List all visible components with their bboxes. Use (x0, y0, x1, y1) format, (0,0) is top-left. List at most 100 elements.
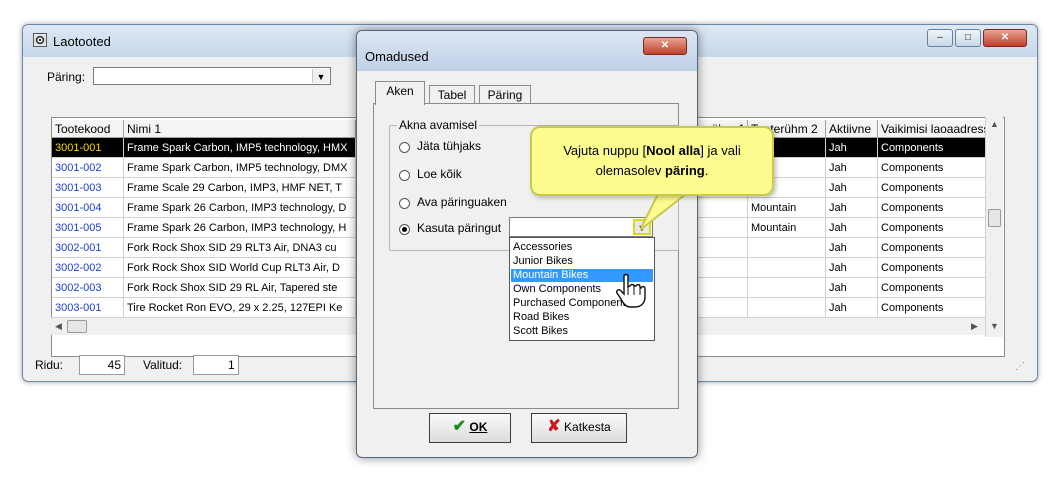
minimize-button[interactable]: – (927, 29, 953, 47)
checkmark-icon: ✔ (452, 418, 467, 435)
table-cell-code[interactable]: 3002-002 (52, 258, 124, 278)
dropdown-item[interactable]: Scott Bikes (511, 325, 653, 338)
table-cell-code[interactable]: 3001-002 (52, 158, 124, 178)
column-header[interactable]: Tootekood (52, 120, 124, 138)
tab-aken[interactable]: Aken (375, 81, 425, 105)
table-cell-address[interactable]: Components (878, 278, 988, 298)
selected-count: 1 (193, 355, 239, 375)
table-cell-active[interactable]: Jah (826, 158, 878, 178)
column-header[interactable]: Vaikimisi laoaadress (878, 120, 988, 138)
table-cell-name[interactable]: Frame Spark Carbon, IMP5 technology, HMX (124, 138, 356, 158)
scroll-right-icon[interactable]: ▶ (971, 321, 978, 332)
table-cell-address[interactable]: Components (878, 218, 988, 238)
table-cell-name[interactable]: Fork Rock Shox SID 29 RL Air, Tapered st… (124, 278, 356, 298)
table-cell-address[interactable]: Components (878, 258, 988, 278)
column-header[interactable]: Aktiivne (826, 120, 878, 138)
ok-button[interactable]: ✔ OK (429, 413, 511, 443)
table-cell-g2[interactable] (748, 238, 826, 258)
vertical-scrollbar[interactable]: ▲ ▼ (985, 117, 1003, 337)
table-cell-address[interactable]: Components (878, 138, 988, 158)
hscroll-thumb[interactable] (67, 320, 87, 333)
table-cell-g1[interactable] (692, 198, 748, 218)
table-cell-g2[interactable]: Mountain (748, 198, 826, 218)
table-cell-code[interactable]: 3002-003 (52, 278, 124, 298)
scroll-left-icon[interactable]: ◀ (55, 321, 62, 332)
x-icon: ✘ (547, 418, 561, 435)
table-cell-address[interactable]: Components (878, 298, 988, 318)
tab-tabel[interactable]: Tabel (429, 85, 475, 103)
table-cell-name[interactable]: Frame Spark 26 Carbon, IMP3 technology, … (124, 218, 356, 238)
scroll-thumb[interactable] (988, 209, 1001, 227)
table-cell-g2[interactable]: Mountain (748, 218, 826, 238)
dropdown-item[interactable]: Junior Bikes (511, 255, 653, 268)
table-cell-g1[interactable] (692, 238, 748, 258)
table-cell-address[interactable]: Components (878, 198, 988, 218)
table-cell-address[interactable]: Components (878, 178, 988, 198)
dialog-titlebar[interactable]: Omadused ✕ (357, 31, 697, 71)
query-label: Päring: (47, 70, 86, 84)
cancel-button[interactable]: ✘ Katkesta (531, 413, 627, 443)
cancel-label: Katkesta (564, 420, 611, 434)
option-label: Ava päringuaken (417, 195, 507, 209)
rows-count: 45 (79, 355, 125, 375)
chevron-down-icon[interactable]: ▼ (312, 69, 329, 83)
table-cell-active[interactable]: Jah (826, 298, 878, 318)
table-cell-name[interactable]: Fork Rock Shox SID World Cup RLT3 Air, D (124, 258, 356, 278)
table-cell-code[interactable]: 3001-005 (52, 218, 124, 238)
table-cell-name[interactable]: Fork Rock Shox SID 29 RLT3 Air, DNA3 cu (124, 238, 356, 258)
maximize-button[interactable]: □ (955, 29, 981, 47)
table-cell-g2[interactable] (748, 278, 826, 298)
table-cell-g1[interactable] (692, 278, 748, 298)
table-cell-name[interactable]: Frame Spark 26 Carbon, IMP3 technology, … (124, 198, 356, 218)
table-cell-g1[interactable] (692, 258, 748, 278)
tooltip-text: olemasolev (595, 163, 665, 178)
table-cell-name[interactable]: Frame Scale 29 Carbon, IMP3, HMF NET, T (124, 178, 356, 198)
table-cell-code[interactable]: 3001-001 (52, 138, 124, 158)
table-cell-g2[interactable] (748, 298, 826, 318)
table-cell-active[interactable]: Jah (826, 138, 878, 158)
option-label: Loe kõik (417, 167, 462, 181)
radio-read-all[interactable] (399, 170, 410, 181)
radio-open-query-window[interactable] (399, 198, 410, 209)
table-cell-code[interactable]: 3002-001 (52, 238, 124, 258)
option-label: Kasuta päringut (417, 221, 502, 235)
table-cell-code[interactable]: 3003-001 (52, 298, 124, 318)
dropdown-item[interactable]: Accessories (511, 241, 653, 254)
table-cell-active[interactable]: Jah (826, 178, 878, 198)
table-cell-code[interactable]: 3001-004 (52, 198, 124, 218)
gear-icon (33, 33, 47, 47)
table-cell-g1[interactable] (692, 218, 748, 238)
table-cell-active[interactable]: Jah (826, 198, 878, 218)
scroll-down-icon[interactable]: ▼ (990, 321, 999, 331)
ok-label: OK (469, 420, 488, 434)
table-cell-g2[interactable] (748, 258, 826, 278)
radio-use-query[interactable] (399, 224, 410, 235)
table-cell-active[interactable]: Jah (826, 218, 878, 238)
table-cell-name[interactable]: Tire Rocket Ron EVO, 29 x 2.25, 127EPI K… (124, 298, 356, 318)
table-cell-g1[interactable] (692, 298, 748, 318)
resize-grip-icon[interactable]: ⋰ (1015, 361, 1025, 372)
dropdown-item[interactable]: Road Bikes (511, 311, 653, 324)
table-cell-name[interactable]: Frame Spark Carbon, IMP5 technology, DMX (124, 158, 356, 178)
dialog-close-button[interactable]: ✕ (643, 37, 687, 55)
rows-label: Ridu: (35, 358, 64, 372)
table-cell-address[interactable]: Components (878, 158, 988, 178)
tab-paring[interactable]: Päring (479, 85, 531, 103)
dialog-query-combo[interactable]: ▼ (509, 217, 653, 237)
group-title: Akna avamisel (397, 118, 480, 132)
query-combo[interactable]: ▼ (93, 67, 331, 85)
column-header[interactable]: Nimi 1 (124, 120, 356, 138)
close-button[interactable]: ✕ (983, 29, 1027, 47)
scroll-up-icon[interactable]: ▲ (990, 119, 999, 129)
table-cell-active[interactable]: Jah (826, 258, 878, 278)
tooltip-pointer (640, 190, 689, 231)
dialog-title: Omadused (365, 49, 429, 64)
radio-leave-empty[interactable] (399, 142, 410, 153)
window-title: Laotooted (53, 34, 111, 49)
tooltip-text: . (704, 163, 709, 178)
table-cell-address[interactable]: Components (878, 238, 988, 258)
tooltip-text: ] ja vali (700, 143, 741, 158)
table-cell-active[interactable]: Jah (826, 278, 878, 298)
table-cell-active[interactable]: Jah (826, 238, 878, 258)
table-cell-code[interactable]: 3001-003 (52, 178, 124, 198)
